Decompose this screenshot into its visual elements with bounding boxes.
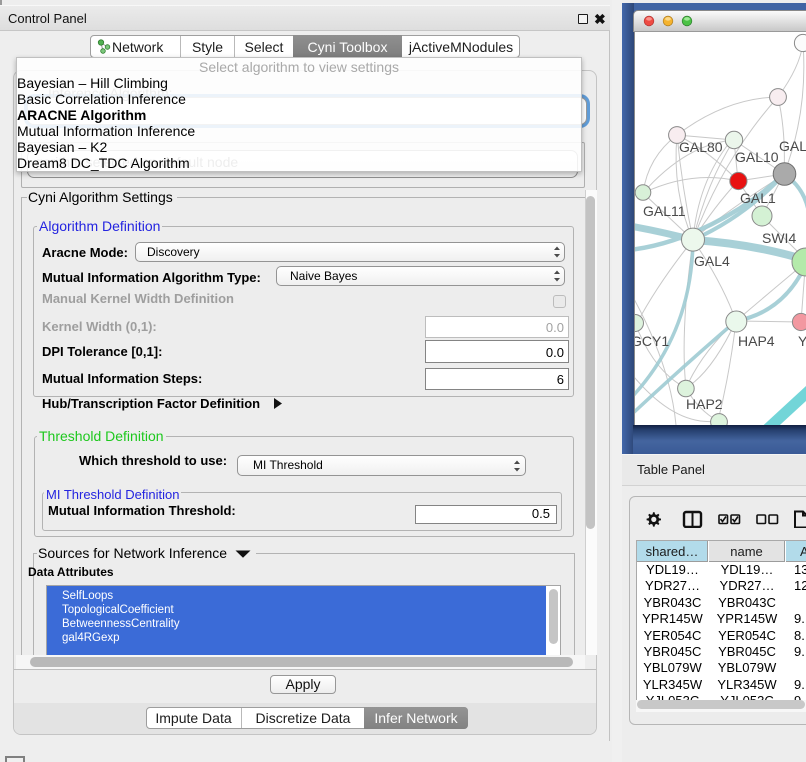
svg-text:GAL10: GAL10 (735, 149, 779, 165)
svg-text:SWI4: SWI4 (762, 230, 796, 246)
svg-text:HAP2: HAP2 (686, 396, 723, 412)
svg-text:HAP4: HAP4 (738, 333, 775, 349)
svg-text:GCY1: GCY1 (635, 333, 669, 349)
svg-text:GAL2: GAL2 (779, 138, 806, 154)
svg-text:GAL4: GAL4 (694, 253, 730, 269)
svg-text:GAL11: GAL11 (643, 203, 686, 219)
svg-text:Y: Y (798, 333, 806, 349)
svg-text:GAL80: GAL80 (679, 139, 723, 155)
svg-text:GAL1: GAL1 (740, 190, 776, 206)
